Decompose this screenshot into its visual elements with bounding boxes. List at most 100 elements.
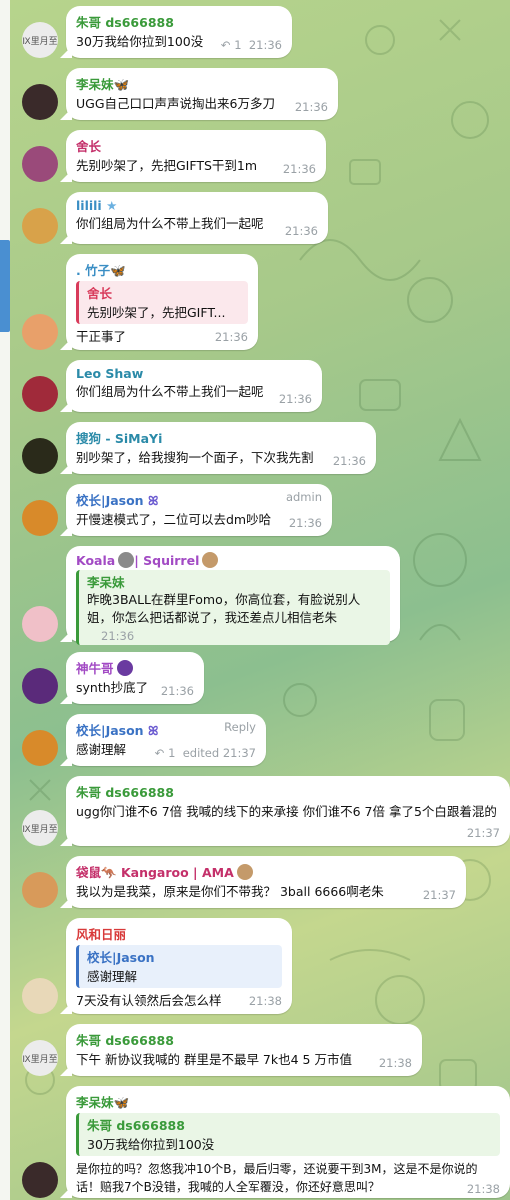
message-text: UGG自己口口声声说掏出来6万多刀 [76,96,275,111]
sender-name[interactable]: 朱哥 ds666888 [76,1030,412,1049]
message-bubble: 袋鼠🦘 Kangaroo | AMA 我以为是我菜，原来是你们不带我？ 3bal… [66,856,466,908]
message[interactable]: 风和日丽 校长|Jason 感谢理解 7天没有认领然后会怎么样 21:38 [22,918,292,1014]
message[interactable]: . 竹子🦋 舍长 先别吵架了，先把GIFT... 干正事了 21:36 [22,254,258,350]
avatar[interactable]: Ⅸ⾥⽉⾄ [22,22,58,58]
ribbon-icon: ꕤ [147,723,159,738]
koala-emoji-icon [118,552,135,568]
reply-count: 1 [234,38,242,52]
message-bubble: Leo Shaw 你们组局为什么不带上我们一起呢 21:36 [66,360,322,412]
star-icon: ★ [106,198,118,213]
message[interactable]: 神牛哥 synth抄底了 21:36 [22,652,204,704]
message[interactable]: Ⅸ⾥⽉⾄ 朱哥 ds666888 下午 新协议我喊的 群里是不最早 7k也4 5… [22,1024,422,1076]
sender-name[interactable]: 李呆妹🦋 [76,1092,500,1111]
avatar-text: Ⅸ⾥⽉⾄ [22,1054,58,1065]
sender-name[interactable]: 朱哥 ds666888 [76,12,282,31]
message-bubble: 神牛哥 synth抄底了 21:36 [66,652,204,704]
message[interactable]: 袋鼠🦘 Kangaroo | AMA 我以为是我菜，原来是你们不带我？ 3bal… [22,856,466,908]
reply-quote[interactable]: 李呆妹 昨晚3BALL在群里Fomo，你高位套，有脸说别人姐，你怎么把话都说了，… [76,570,390,645]
sender-name[interactable]: 袋鼠🦘 Kangaroo | AMA [76,862,456,881]
message-time: 21:37 [222,746,256,760]
message-meta: ↶ 1 edited 21:37 [155,746,256,760]
avatar[interactable]: Ⅸ⾥⽉⾄ [22,810,58,846]
reply-arrow-icon[interactable]: ↶ [221,38,231,52]
avatar-text: Ⅸ⾥⽉⾄ [22,36,58,47]
message-bubble: 朱哥 ds666888 ugg你门谁不6 7倍 我喊的线下的来承接 你们谁不6 … [66,776,510,846]
sender-name[interactable]: Koala | Squirrel [76,552,390,568]
message[interactable]: lilili ★ 你们组局为什么不带上我们一起呢 21:36 [22,192,328,244]
message-bubble: lilili ★ 你们组局为什么不带上我们一起呢 21:36 [66,192,328,244]
message-time: 21:36 [332,454,366,468]
message-time: 21:36 [214,330,248,344]
message[interactable]: 舍长 先别吵架了，先把GIFTS干到1m 21:36 [22,130,326,182]
squirrel-avatar-icon [236,864,253,880]
message-text: 先别吵架了，先把GIFTS干到1m [76,158,258,173]
message-bubble: 搜狗 - SiMaYi 别吵架了，给我搜狗一个面子，下次我先割 21:36 [66,422,376,474]
message[interactable]: Ⅸ⾥⽉⾄ 朱哥 ds666888 ugg你门谁不6 7倍 我喊的线下的来承接 你… [22,776,510,846]
message[interactable]: 校长|Jason ꕤ admin 开慢速模式了，二位可以去dm吵哈 21:36 [22,484,332,536]
message-text: 是你拉的吗？忽悠我冲10个B，最后归零，还说要干到3M，这是不是你说的话！赔我7… [76,1162,478,1194]
reply-text: 先别吵架了，先把GIFT... [87,305,226,320]
sender-name[interactable]: 风和日丽 [76,924,282,943]
avatar[interactable] [22,314,58,350]
message-time: 21:37 [466,826,500,840]
reply-arrow-icon[interactable]: ↶ [155,746,165,760]
message-bubble: 舍长 先别吵架了，先把GIFTS干到1m 21:36 [66,130,326,182]
avatar[interactable] [22,978,58,1014]
message-time: 21:36 [160,684,194,698]
avatar[interactable] [22,146,58,182]
message[interactable]: Leo Shaw 你们组局为什么不带上我们一起呢 21:36 [22,360,322,412]
ribbon-icon: ꕤ [147,493,159,508]
avatar[interactable]: Ⅸ⾥⽉⾄ [22,1040,58,1076]
sender-name[interactable]: 李呆妹🦋 [76,74,328,93]
message-bubble: 朱哥 ds666888 30万我给你拉到100没 ↶ 1 21:36 [66,6,292,58]
sender-name[interactable]: 舍长 [76,136,316,155]
reply-sender: 朱哥 ds666888 [87,1118,185,1133]
sender-name[interactable]: 神牛哥 [76,658,194,677]
message-bubble: 风和日丽 校长|Jason 感谢理解 7天没有认领然后会怎么样 21:38 [66,918,292,1014]
reply-label[interactable]: Reply [224,720,256,734]
message[interactable]: Ⅸ⾥⽉⾄ 朱哥 ds666888 30万我给你拉到100没 ↶ 1 21:36 [22,6,292,58]
avatar[interactable] [22,730,58,766]
sender-name[interactable]: Leo Shaw [76,366,312,381]
reply-quote[interactable]: 舍长 先别吵架了，先把GIFT... [76,281,248,324]
message[interactable]: 搜狗 - SiMaYi 别吵架了，给我搜狗一个面子，下次我先割 21:36 [22,422,376,474]
sender-name[interactable]: 朱哥 ds666888 [76,782,500,801]
message[interactable]: 校长|Jason ꕤ Reply 感谢理解 ↶ 1 edited 21:37 [22,714,266,766]
reply-text: 昨晚3BALL在群里Fomo，你高位套，有脸说别人姐，你怎么把话都说了，我还差点… [87,592,361,643]
message[interactable]: 李呆妹🦋 朱哥 ds666888 30万我给你拉到100没 是你拉的吗？忽悠我冲… [22,1086,510,1198]
avatar[interactable] [22,500,58,536]
sender-name[interactable]: 搜狗 - SiMaYi [76,428,366,447]
reply-quote[interactable]: 朱哥 ds666888 30万我给你拉到100没 [76,1113,500,1156]
reply-sender: 舍长 [87,286,113,301]
reply-text: 30万我给你拉到100没 [87,1137,215,1152]
scroll-indicator[interactable] [0,240,10,332]
butterfly-emoji-icon: 🦋 [113,1095,130,1110]
message-text: 别吵架了，给我搜狗一个面子，下次我先割 [76,450,314,465]
avatar[interactable] [22,668,58,704]
message-bubble: 李呆妹🦋 朱哥 ds666888 30万我给你拉到100没 是你拉的吗？忽悠我冲… [66,1086,510,1198]
avatar[interactable] [22,438,58,474]
message-bubble: 校长|Jason ꕤ Reply 感谢理解 ↶ 1 edited 21:37 [66,714,266,766]
avatar[interactable] [22,208,58,244]
avatar[interactable] [22,376,58,412]
avatar[interactable] [22,872,58,908]
sender-name[interactable]: . 竹子🦋 [76,260,248,279]
message-time: 21:36 [294,100,328,114]
message[interactable]: Koala | Squirrel 李呆妹 昨晚3BALL在群里Fomo，你高位套，… [22,546,400,645]
message-bubble: 李呆妹🦋 UGG自己口口声声说掏出来6万多刀 21:36 [66,68,338,120]
bull-emoji-icon [116,660,133,676]
sender-name[interactable]: lilili ★ [76,198,318,213]
message-text: 你们组局为什么不带上我们一起呢 [76,216,264,231]
message-text: 开慢速模式了，二位可以去dm吵哈 [76,512,272,527]
avatar[interactable] [22,84,58,120]
message-text: 你们组局为什么不带上我们一起呢 [76,384,264,399]
avatar[interactable] [22,606,58,642]
message-meta: ↶ 1 21:36 [221,38,282,52]
message[interactable]: 李呆妹🦋 UGG自己口口声声说掏出来6万多刀 21:36 [22,68,338,120]
message-time: 21:36 [248,38,282,52]
message-time: 21:38 [378,1056,412,1070]
reply-quote[interactable]: 校长|Jason 感谢理解 [76,945,282,988]
avatar[interactable] [22,1162,58,1198]
squirrel-avatar-icon [202,552,219,568]
message-text: 我以为是我菜，原来是你们不带我？ 3ball 6666啊老朱 [76,884,384,899]
